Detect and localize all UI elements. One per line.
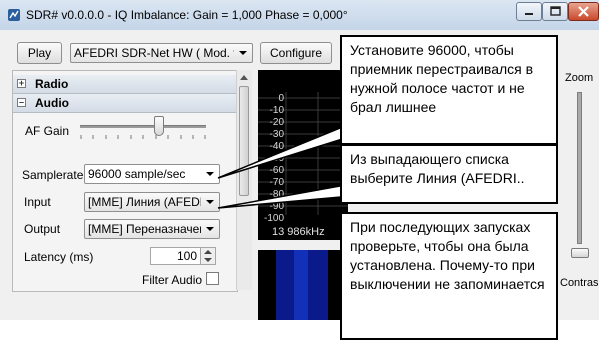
callout-text: Из выпадающего списка выберите Линия (AF… (350, 151, 525, 186)
input-callout: Из выпадающего списка выберите Линия (AF… (340, 144, 558, 204)
callout-text: При последующих запусках проверьте, чтоб… (350, 219, 545, 292)
callout-text: Установите 96000, чтобы приемник перестр… (350, 42, 534, 115)
sdr-window: SDR# v0.0.0.0 - IQ Imbalance: Gain = 1,0… (0, 0, 599, 350)
samplerate-callout-arrow (217, 127, 354, 179)
input-callout-arrow (217, 185, 354, 209)
reminder-callout: При последующих запусках проверьте, чтоб… (340, 212, 558, 340)
samplerate-callout: Установите 96000, чтобы приемник перестр… (340, 35, 558, 145)
